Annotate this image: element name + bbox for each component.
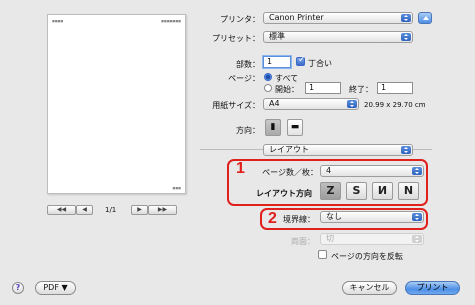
portrait-icon: ▮ — [270, 122, 276, 132]
orientation-label: 方向： — [236, 126, 260, 135]
n-order-icon: И — [377, 184, 388, 197]
popup-arrows-icon — [412, 235, 422, 243]
preview-header-left: ■■■■ — [52, 19, 64, 23]
paper-dimensions: 20.99 x 29.70 cm — [364, 101, 426, 109]
reverse-z-order-icon: S — [352, 184, 361, 197]
pages-per-sheet-label: ページ数／枚： — [262, 168, 318, 177]
direction-reverse-z-button[interactable]: S — [346, 182, 367, 200]
help-button[interactable]: ? — [12, 282, 24, 294]
printer-value: Canon Printer — [269, 13, 324, 22]
pages-per-sheet-value: 4 — [326, 166, 332, 175]
page-indicator: 1/1 — [105, 206, 117, 214]
popup-arrows-icon — [412, 167, 422, 175]
pages-per-sheet-popup[interactable]: 4 — [320, 165, 424, 177]
panel-value: レイアウト — [269, 145, 309, 154]
direction-reverse-n-button[interactable]: N — [398, 182, 419, 200]
border-popup[interactable]: なし — [320, 211, 424, 223]
popup-arrows-icon — [412, 213, 422, 221]
paper-size-label: 用紙サイズ： — [212, 101, 260, 110]
border-value: なし — [326, 212, 342, 221]
preview-header-right: ■■■■■■■ — [161, 19, 181, 23]
pages-range-radio[interactable] — [264, 84, 272, 92]
page-preview: ■■■■ ■■■■■■■ ■■■ — [47, 14, 186, 194]
pages-from-field[interactable]: 1 — [305, 82, 341, 94]
prev-page-button[interactable]: ◀ — [76, 205, 93, 215]
direction-z-button[interactable]: Z — [320, 182, 341, 200]
presets-value: 標準 — [269, 32, 285, 41]
popup-arrows-icon — [401, 14, 411, 22]
reverse-n-order-icon: N — [403, 184, 414, 197]
border-label: 境界線： — [283, 215, 315, 224]
pages-to-field[interactable]: 1 — [377, 82, 413, 94]
presets-label: プリセット： — [212, 34, 260, 43]
last-page-button[interactable]: ▶▶ — [148, 205, 177, 215]
pages-from-label: 開始： — [275, 85, 299, 94]
landscape-icon: ▬ — [290, 122, 300, 132]
reverse-orientation-label: ページの方向を反転 — [331, 252, 403, 261]
two-sided-label: 両面： — [291, 237, 315, 246]
two-sided-value: 切 — [326, 234, 334, 243]
cancel-button[interactable]: キャンセル — [342, 281, 397, 295]
collate-checkbox[interactable]: ✓ — [296, 55, 306, 66]
two-sided-popup[interactable]: 切 — [320, 233, 424, 245]
portrait-button[interactable]: ▮ — [265, 119, 281, 136]
copies-label: 部数： — [236, 60, 260, 69]
triangle-up-icon — [423, 16, 429, 20]
pages-all-label: すべて — [275, 74, 299, 83]
disclosure-button[interactable] — [418, 12, 432, 24]
pages-all-radio[interactable] — [264, 73, 272, 81]
reverse-orientation-checkbox[interactable] — [318, 250, 327, 259]
direction-n-button[interactable]: И — [372, 182, 393, 200]
first-page-button[interactable]: ◀◀ — [47, 205, 76, 215]
panel-popup[interactable]: レイアウト — [263, 144, 413, 156]
printer-label: プリンタ： — [220, 15, 260, 24]
popup-arrows-icon — [347, 100, 357, 108]
pages-to-label: 終了： — [349, 85, 373, 94]
paper-size-value: A4 — [269, 99, 280, 108]
presets-popup[interactable]: 標準 — [263, 31, 413, 43]
pages-label: ページ： — [228, 74, 260, 83]
z-order-icon: Z — [326, 184, 335, 197]
print-button[interactable]: プリント — [405, 281, 460, 295]
next-page-button[interactable]: ▶ — [131, 205, 148, 215]
landscape-button[interactable]: ▬ — [287, 119, 303, 136]
printer-popup[interactable]: Canon Printer — [263, 12, 413, 24]
copies-field[interactable]: 1 — [263, 56, 291, 68]
pdf-button[interactable]: PDF ▼ — [35, 281, 76, 295]
popup-arrows-icon — [401, 33, 411, 41]
paper-size-popup[interactable]: A4 — [263, 98, 359, 110]
layout-direction-label: レイアウト方向 — [256, 189, 312, 198]
preview-footer: ■■■ — [172, 186, 181, 190]
popup-arrows-icon — [401, 146, 411, 154]
collate-label: 丁合い — [308, 59, 332, 68]
help-icon: ? — [15, 283, 21, 292]
check-icon: ✓ — [298, 55, 306, 65]
